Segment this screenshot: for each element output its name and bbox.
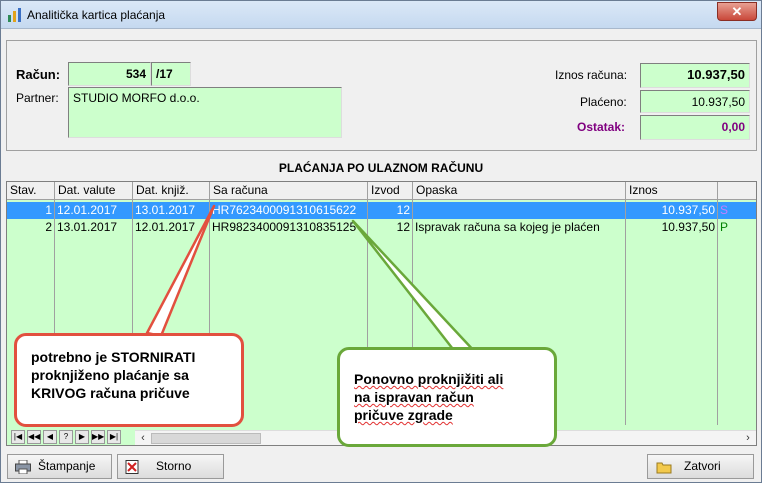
cell-opaska: Ispravak računa sa kojeg je plaćen xyxy=(413,219,626,236)
scroll-left-icon[interactable]: ‹ xyxy=(135,431,151,445)
cell-opaska xyxy=(413,202,626,219)
header-flag[interactable] xyxy=(718,182,756,200)
window-title: Analitička kartica plaćanja xyxy=(27,8,166,22)
nav-first-button[interactable]: |◀ xyxy=(11,430,25,444)
table-row[interactable]: 2 13.01.2017 12.01.2017 HR98234000913108… xyxy=(7,219,756,236)
ostatak-label: Ostatak: xyxy=(577,120,626,134)
racun-label: Račun: xyxy=(16,67,61,82)
section-title: PLAĆANJA PO ULAZNOM RAČUNU xyxy=(278,161,484,175)
cell-iznos: 10.937,50 xyxy=(626,219,718,236)
green-callout-line: Ponovno proknjižiti ali xyxy=(354,371,504,387)
green-callout-line: pričuve zgrade xyxy=(354,407,453,423)
folder-icon xyxy=(656,462,672,474)
red-callout-line: potrebno je STORNIRATI xyxy=(31,349,196,365)
racun-year-field[interactable]: /17 xyxy=(151,62,191,86)
cell-dat-knjiz: 13.01.2017 xyxy=(133,202,210,219)
nav-prev-page-button[interactable]: ◀◀ xyxy=(27,430,41,444)
partner-field[interactable]: STUDIO MORFO d.o.o. xyxy=(68,87,342,138)
cell-sa-racuna: HR9823400091310835125 xyxy=(210,219,368,236)
red-callout: potrebno je STORNIRATI proknjiženo plaća… xyxy=(14,333,244,427)
zatvori-button[interactable]: Zatvori xyxy=(647,454,754,479)
scroll-right-icon[interactable]: › xyxy=(740,431,756,445)
cell-flag: P xyxy=(720,220,729,234)
printer-icon xyxy=(15,460,31,474)
partner-label: Partner: xyxy=(16,91,59,105)
iznos-racuna-label: Iznos računa: xyxy=(555,68,628,82)
placeno-field: 10.937,50 xyxy=(640,90,750,113)
invoice-panel: Račun: 534 /17 Partner: STUDIO MORFO d.o… xyxy=(6,40,757,151)
green-callout-line: na ispravan račun xyxy=(354,389,474,405)
header-izvod[interactable]: Izvod xyxy=(368,182,413,200)
grid-header: Stav. Dat. valute Dat. knjiž. Sa računa … xyxy=(7,182,756,200)
title-bar: Analitička kartica plaćanja ✕ xyxy=(1,1,761,29)
red-callout-line: KRIVOG računa pričuve xyxy=(31,385,190,401)
close-button[interactable]: ✕ xyxy=(717,2,757,21)
header-opaska[interactable]: Opaska xyxy=(413,182,626,200)
header-stav[interactable]: Stav. xyxy=(7,182,55,200)
nav-next-button[interactable]: ▶ xyxy=(75,430,89,444)
header-dat-knjiz[interactable]: Dat. knjiž. xyxy=(133,182,210,200)
header-dat-valute[interactable]: Dat. valute xyxy=(55,182,133,200)
zatvori-label: Zatvori xyxy=(684,459,721,473)
racun-number-field[interactable]: 534 xyxy=(68,62,151,86)
storno-icon xyxy=(125,460,139,474)
ostatak-field: 0,00 xyxy=(640,115,750,140)
cell-stav: 2 xyxy=(7,219,55,236)
nav-next-page-button[interactable]: ▶▶ xyxy=(91,430,105,444)
iznos-racuna-field: 10.937,50 xyxy=(640,63,750,88)
nav-last-button[interactable]: ▶| xyxy=(107,430,121,444)
storno-button[interactable]: Storno xyxy=(117,454,224,479)
window: Analitička kartica plaćanja ✕ Račun: 534… xyxy=(0,0,762,483)
table-row[interactable]: 1 12.01.2017 13.01.2017 HR76234000913106… xyxy=(7,202,756,219)
cell-dat-knjiz: 12.01.2017 xyxy=(133,219,210,236)
storno-label: Storno xyxy=(156,459,192,473)
cell-izvod: 12 xyxy=(368,202,413,219)
nav-prev-button[interactable]: ◀ xyxy=(43,430,57,444)
header-sa-racuna[interactable]: Sa računa xyxy=(210,182,368,200)
stampanje-button[interactable]: Štampanje xyxy=(7,454,112,479)
placeno-label: Plaćeno: xyxy=(580,95,627,109)
cell-dat-valute: 13.01.2017 xyxy=(55,219,133,236)
cell-izvod: 12 xyxy=(368,219,413,236)
stampanje-label: Štampanje xyxy=(38,459,96,473)
green-callout: Ponovno proknjižiti ali na ispravan raču… xyxy=(337,347,557,447)
nav-search-button[interactable]: ? xyxy=(59,430,73,444)
cell-stav: 1 xyxy=(7,202,55,219)
app-icon xyxy=(8,8,21,22)
cell-flag: S xyxy=(720,203,729,217)
red-callout-line: proknjiženo plaćanje sa xyxy=(31,367,189,383)
cell-sa-racuna: HR7623400091310615622 xyxy=(210,202,368,219)
scroll-thumb[interactable] xyxy=(151,433,261,444)
header-iznos[interactable]: Iznos xyxy=(626,182,718,200)
cell-iznos: 10.937,50 xyxy=(626,202,718,219)
cell-dat-valute: 12.01.2017 xyxy=(55,202,133,219)
